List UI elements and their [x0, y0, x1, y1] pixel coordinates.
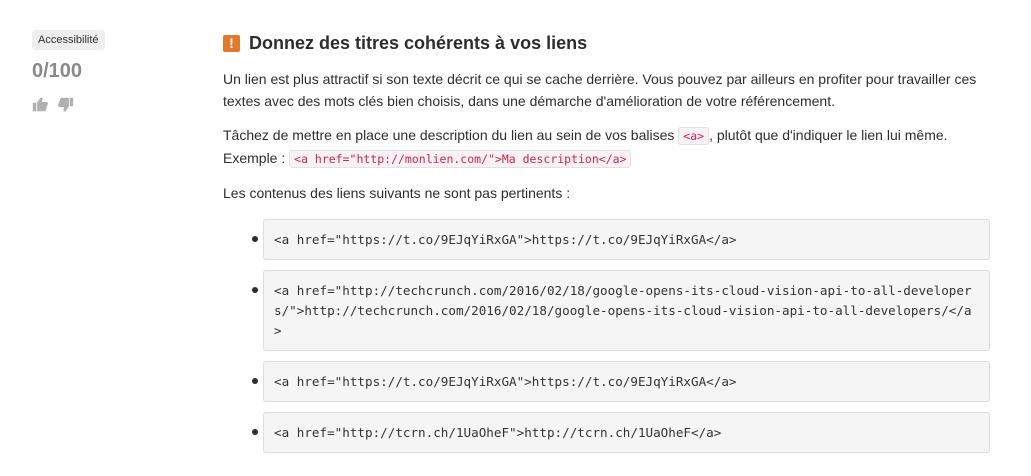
- rule-panel: ! Donnez des titres cohérents à vos lien…: [223, 32, 993, 463]
- list-item: <a href="https://t.co/9EJqYiRxGA">https:…: [223, 361, 993, 402]
- vote-buttons: [32, 96, 182, 113]
- list-item: <a href="http://techcrunch.com/2016/02/1…: [223, 270, 993, 351]
- warning-icon: !: [223, 34, 240, 52]
- rule-description: Un lien est plus attractif si son texte …: [223, 71, 977, 109]
- link-code-block: <a href="https://t.co/9EJqYiRxGA">https:…: [263, 219, 990, 260]
- rule-title: Donnez des titres cohérents à vos liens: [249, 32, 588, 53]
- thumbs-down-icon[interactable]: [57, 96, 74, 113]
- bullet-icon: [252, 429, 258, 435]
- link-code-block: <a href="https://t.co/9EJqYiRxGA">https:…: [263, 361, 990, 402]
- score-value: 0/100: [32, 60, 83, 82]
- list-item: <a href="https://t.co/9EJqYiRxGA">https:…: [223, 219, 993, 260]
- advice-text-end: , plutôt que d'indiquer le lien lui même…: [709, 127, 948, 143]
- result-sidebar: Accessibilité 0/100: [32, 30, 182, 113]
- advice-text: Tâchez de mettre en place une descriptio…: [223, 127, 679, 143]
- list-item: <a href="http://tcrn.ch/1UaOheF">http://…: [223, 412, 993, 453]
- bullet-icon: [252, 378, 258, 384]
- tag-code: <a>: [678, 127, 710, 145]
- bullet-icon: [252, 287, 258, 293]
- bullet-icon: [252, 236, 258, 242]
- list-intro: Les contenus des liens suivants ne sont …: [223, 185, 571, 201]
- rule-header: ! Donnez des titres cohérents à vos lien…: [223, 32, 993, 54]
- link-list: <a href="https://t.co/9EJqYiRxGA">https:…: [223, 219, 993, 453]
- example-label: Exemple :: [223, 150, 290, 166]
- rule-advice: Tâchez de mettre en place une descriptio…: [223, 124, 993, 170]
- link-code-block: <a href="http://tcrn.ch/1UaOheF">http://…: [263, 412, 990, 453]
- example-code: <a href="http://monlien.com/">Ma descrip…: [289, 150, 632, 168]
- category-badge: Accessibilité: [32, 30, 105, 50]
- link-code-block: <a href="http://techcrunch.com/2016/02/1…: [263, 270, 990, 351]
- thumbs-up-icon[interactable]: [32, 96, 49, 113]
